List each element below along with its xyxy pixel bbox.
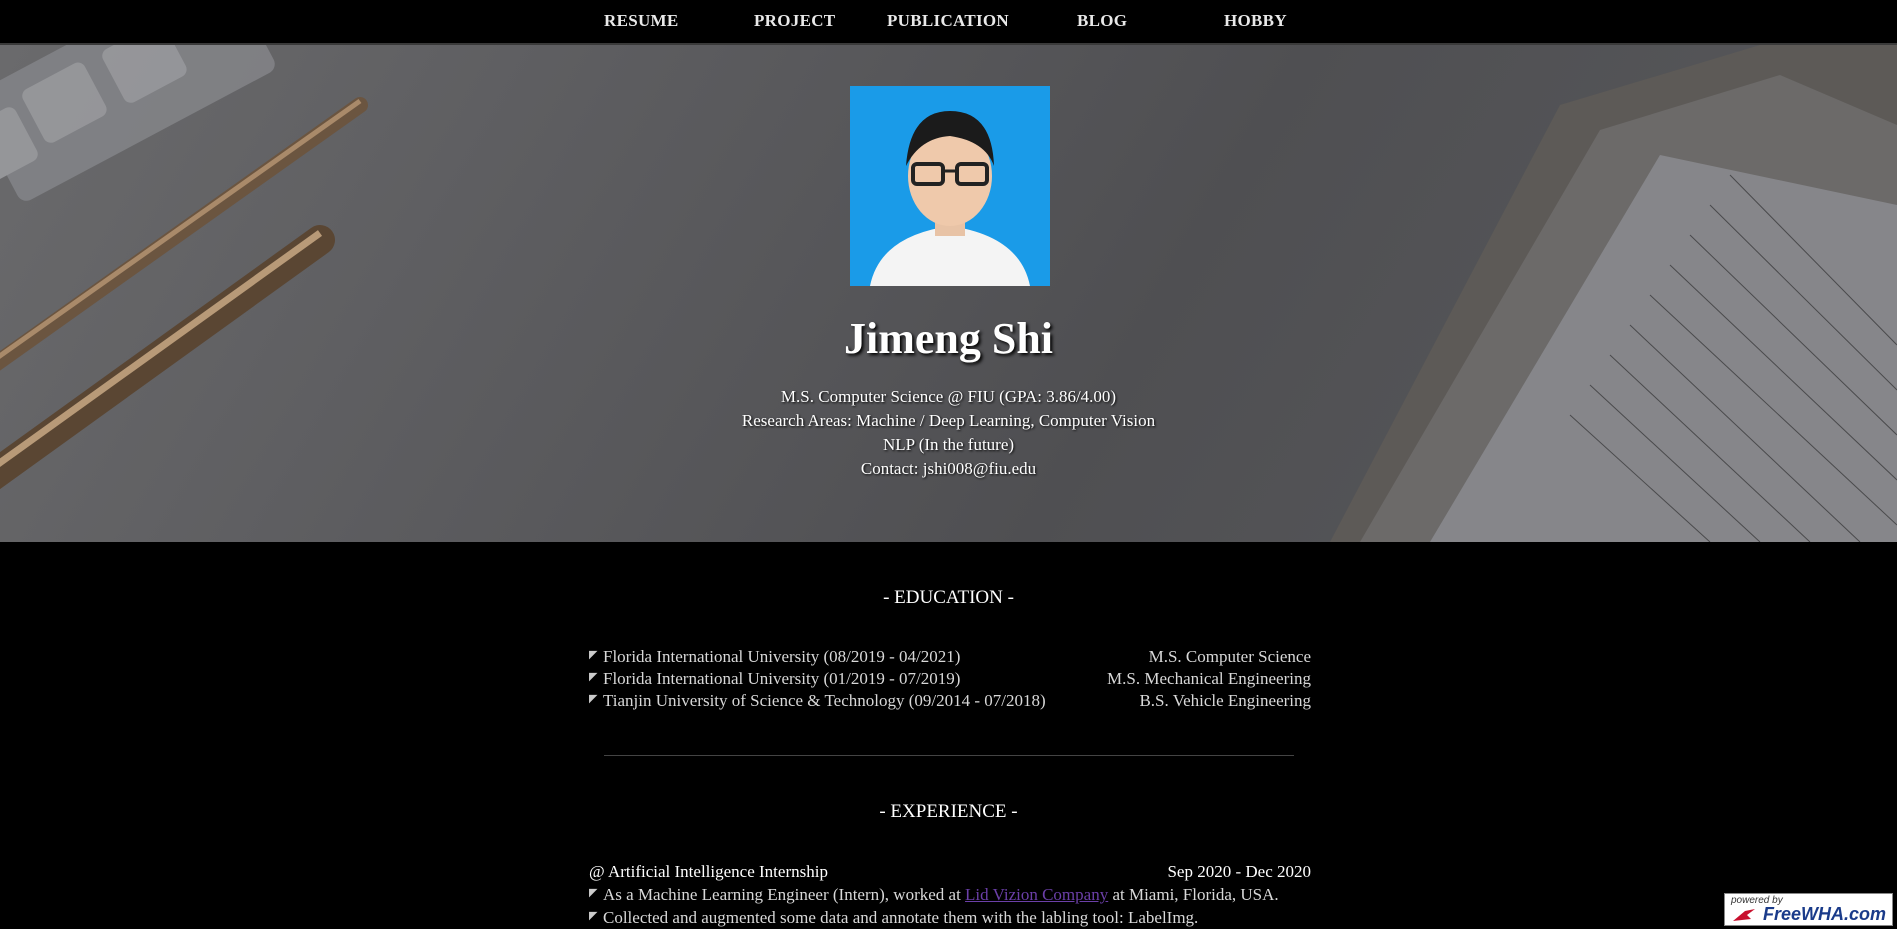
bullet-icon: ◤ xyxy=(589,910,598,922)
profile-photo xyxy=(850,86,1050,286)
profile-degree: M.S. Computer Science @ FIU (GPA: 3.86/4… xyxy=(780,387,1117,406)
education-school: Tianjin University of Science & Technolo… xyxy=(603,691,1046,710)
profile-future: NLP (In the future) xyxy=(882,435,1015,454)
experience-line: ◤ Collected and augmented some data and … xyxy=(589,908,1311,929)
education-row: ◤ Florida International University (08/2… xyxy=(589,647,1311,669)
badge-brand: FreeWHA.com xyxy=(1763,904,1887,924)
education-row: ◤ Tianjin University of Science & Techno… xyxy=(589,691,1311,713)
bullet-icon: ◤ xyxy=(589,671,598,683)
bullet-icon: ◤ xyxy=(589,887,598,899)
experience-description: As a Machine Learning Engineer (Intern),… xyxy=(603,885,1279,905)
nav-hobby[interactable]: HOBBY xyxy=(1224,11,1287,31)
education-degree: M.S. Mechanical Engineering xyxy=(1107,669,1311,688)
top-nav: RESUME PROJECT PUBLICATION BLOG HOBBY xyxy=(0,0,1897,45)
profile-info: M.S. Computer Science @ FIU (GPA: 3.86/4… xyxy=(0,385,1897,481)
main-content: - EDUCATION - ◤ Florida International Un… xyxy=(0,542,1897,929)
nav-resume[interactable]: RESUME xyxy=(604,11,679,31)
section-divider xyxy=(604,755,1294,756)
profile-research-areas: Research Areas: Machine / Deep Learning,… xyxy=(741,411,1156,430)
profile-name: Jimeng Shi xyxy=(843,314,1054,363)
nav-blog[interactable]: BLOG xyxy=(1077,11,1127,31)
experience-description: Collected and augmented some data and an… xyxy=(603,908,1199,927)
bullet-icon: ◤ xyxy=(589,649,598,661)
education-title: - EDUCATION - xyxy=(883,587,1014,608)
experience-dates: Sep 2020 - Dec 2020 xyxy=(1167,862,1311,881)
profile-contact: Contact: jshi008@fiu.edu xyxy=(860,459,1037,478)
nav-project[interactable]: PROJECT xyxy=(754,11,835,31)
education-degree: B.S. Vehicle Engineering xyxy=(1139,691,1311,710)
bullet-icon: ◤ xyxy=(589,693,598,705)
education-school: Florida International University (01/201… xyxy=(603,669,961,688)
education-degree: M.S. Computer Science xyxy=(1148,647,1311,666)
experience-title: - EXPERIENCE - xyxy=(879,801,1018,822)
education-school: Florida International University (08/201… xyxy=(603,647,961,666)
hero-banner: Jimeng Shi M.S. Computer Science @ FIU (… xyxy=(0,45,1897,542)
experience-job-title: @ Artificial Intelligence Internship xyxy=(589,862,828,881)
education-row: ◤ Florida International University (01/2… xyxy=(589,669,1311,691)
experience-header: @ Artificial Intelligence Internship Sep… xyxy=(589,862,1311,884)
experience-text: As a Machine Learning Engineer (Intern),… xyxy=(603,885,966,904)
nav-publication[interactable]: PUBLICATION xyxy=(887,11,1009,31)
freewha-logo-icon xyxy=(1733,909,1755,921)
experience-text: at Miami, Florida, USA. xyxy=(1108,885,1279,904)
company-link[interactable]: Lid Vizion Company xyxy=(965,885,1108,904)
freewha-badge[interactable]: powered by FreeWHA.com xyxy=(1724,893,1893,926)
experience-line: ◤ As a Machine Learning Engineer (Intern… xyxy=(589,885,1311,907)
